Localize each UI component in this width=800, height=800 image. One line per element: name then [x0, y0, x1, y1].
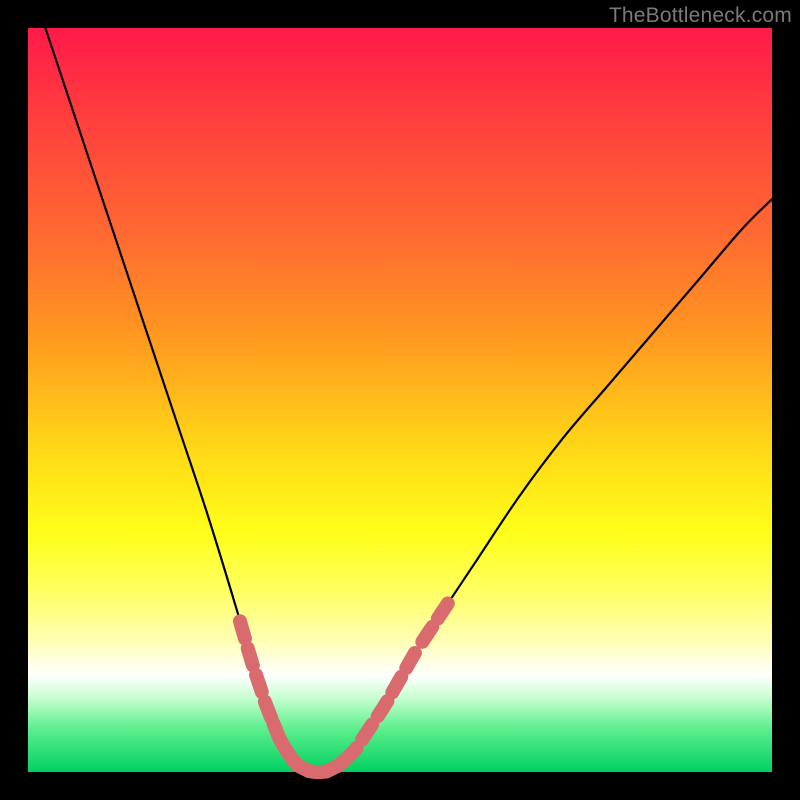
chart-accent-bottom: [274, 724, 345, 772]
chart-plot-area: [28, 28, 772, 772]
outer-frame: TheBottleneck.com: [0, 0, 800, 800]
watermark-text: TheBottleneck.com: [609, 4, 792, 28]
chart-svg: [28, 28, 772, 772]
chart-accent-overlay: [240, 603, 448, 761]
chart-curve: [28, 0, 772, 773]
